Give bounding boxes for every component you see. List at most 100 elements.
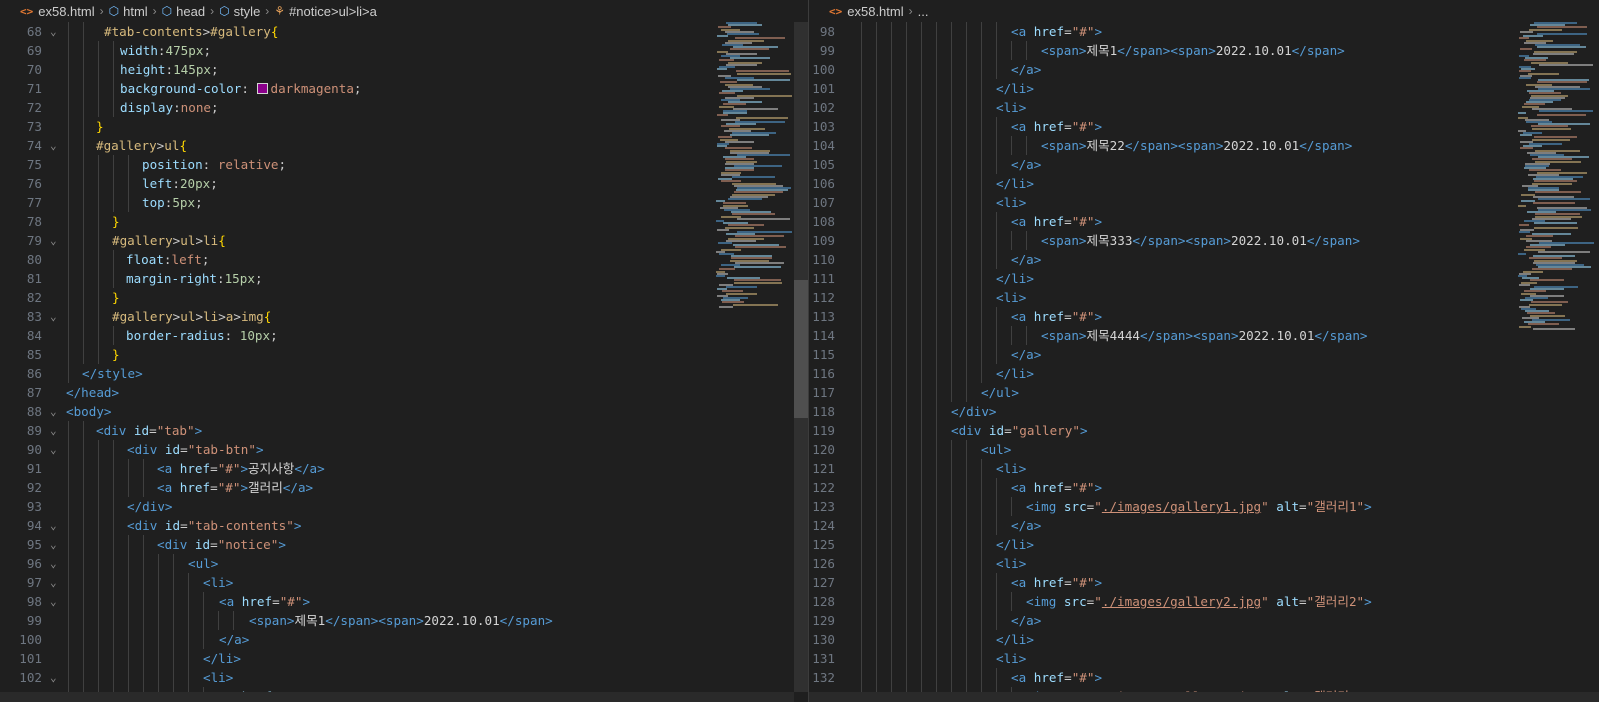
code-line[interactable]: 124 </a> xyxy=(809,516,1509,535)
code-line[interactable]: 117 </ul> xyxy=(809,383,1509,402)
code-line[interactable]: 89 ⌄ <div id="tab"> xyxy=(0,421,700,440)
code-line[interactable]: 72 display:none; xyxy=(0,98,700,117)
code-line[interactable]: 108 <a href="#"> xyxy=(809,212,1509,231)
fold-chevron-icon[interactable]: ⌄ xyxy=(50,668,62,687)
fold-chevron-icon[interactable]: ⌄ xyxy=(50,440,62,459)
breadcrumb-selector[interactable]: #notice>ul>li>a xyxy=(289,4,377,19)
code-line[interactable]: 74 ⌄ #gallery>ul{ xyxy=(0,136,700,155)
code-line[interactable]: 119 <div id="gallery"> xyxy=(809,421,1509,440)
code-line[interactable]: 122 <a href="#"> xyxy=(809,478,1509,497)
code-line[interactable]: 99 <span>제목1</span><span>2022.10.01</span… xyxy=(809,41,1509,60)
breadcrumb-more[interactable]: ... xyxy=(918,4,929,19)
code-line[interactable]: 78} xyxy=(0,212,700,231)
fold-chevron-icon[interactable]: ⌄ xyxy=(50,421,62,440)
code-line[interactable]: 98 <a href="#"> xyxy=(809,22,1509,41)
breadcrumb-file[interactable]: ex58.html xyxy=(38,4,94,19)
code-line[interactable]: 105 </a> xyxy=(809,155,1509,174)
code-line[interactable]: 125 </li> xyxy=(809,535,1509,554)
fold-chevron-icon[interactable]: ⌄ xyxy=(50,136,62,155)
left-vertical-scrollbar[interactable] xyxy=(794,22,808,692)
code-line[interactable]: 69 width:475px; xyxy=(0,41,700,60)
fold-chevron-icon[interactable]: ⌄ xyxy=(50,592,62,611)
code-line[interactable]: 120 <ul> xyxy=(809,440,1509,459)
code-line[interactable]: 116 </li> xyxy=(809,364,1509,383)
fold-chevron-icon[interactable]: ⌄ xyxy=(50,516,62,535)
code-line[interactable]: 83 ⌄ #gallery>ul>li>a>img{ xyxy=(0,307,700,326)
code-line[interactable]: 79 ⌄ #gallery>ul>li{ xyxy=(0,231,700,250)
code-line[interactable]: 93 </div> xyxy=(0,497,700,516)
code-line[interactable]: 111 </li> xyxy=(809,269,1509,288)
breadcrumb-html[interactable]: html xyxy=(123,4,148,19)
code-line[interactable]: 87 </head> xyxy=(0,383,700,402)
color-swatch[interactable] xyxy=(256,83,268,94)
code-line[interactable]: 85} xyxy=(0,345,700,364)
left-editor-pane[interactable]: <> ex58.html › ⬡ html › ⬡ head › ⬡ style… xyxy=(0,0,808,702)
code-line[interactable]: 97 ⌄ <li> xyxy=(0,573,700,592)
fold-chevron-icon[interactable]: ⌄ xyxy=(50,402,62,421)
code-line[interactable]: 82} xyxy=(0,288,700,307)
code-line[interactable]: 126 <li> xyxy=(809,554,1509,573)
fold-chevron-icon[interactable]: ⌄ xyxy=(50,554,62,573)
code-line[interactable]: 88 ⌄ <body> xyxy=(0,402,700,421)
fold-chevron-icon[interactable]: ⌄ xyxy=(50,231,62,250)
breadcrumb-file[interactable]: ex58.html xyxy=(847,4,903,19)
code-line[interactable]: 101 </li> xyxy=(809,79,1509,98)
code-line[interactable]: 106 </li> xyxy=(809,174,1509,193)
code-line[interactable]: 102 <li> xyxy=(809,98,1509,117)
code-line[interactable]: 92 <a href="#">갤러리</a> xyxy=(0,478,700,497)
breadcrumb-head[interactable]: head xyxy=(176,4,205,19)
code-line[interactable]: 90 ⌄ <div id="tab-btn"> xyxy=(0,440,700,459)
code-line[interactable]: 114 <span>제목4444</span><span>2022.10.01</… xyxy=(809,326,1509,345)
code-line[interactable]: 95 ⌄ <div id="notice"> xyxy=(0,535,700,554)
code-line[interactable]: 96 ⌄ <ul> xyxy=(0,554,700,573)
code-line[interactable]: 115 </a> xyxy=(809,345,1509,364)
code-line[interactable]: 77 top:5px; xyxy=(0,193,700,212)
code-line[interactable]: 76 left:20px; xyxy=(0,174,700,193)
right-editor-pane[interactable]: <> ex58.html › ... 98 <a href="#"> 99 <span… xyxy=(809,0,1599,702)
code-line[interactable]: 70 height:145px; xyxy=(0,60,700,79)
right-horizontal-scrollbar[interactable] xyxy=(809,692,1599,702)
code-line[interactable]: 130 </li> xyxy=(809,630,1509,649)
code-line[interactable]: 100 </a> xyxy=(0,630,700,649)
code-line[interactable]: 73} xyxy=(0,117,700,136)
code-line[interactable]: 94 ⌄ <div id="tab-contents"> xyxy=(0,516,700,535)
code-line[interactable]: 132 <a href="#"> xyxy=(809,668,1509,687)
code-line[interactable]: 128 <img src="./images/gallery2.jpg" alt=… xyxy=(809,592,1509,611)
code-line[interactable]: 123 <img src="./images/gallery1.jpg" alt=… xyxy=(809,497,1509,516)
fold-chevron-icon[interactable]: ⌄ xyxy=(50,22,62,41)
left-minimap[interactable] xyxy=(712,22,798,322)
code-line[interactable]: 80 float:left; xyxy=(0,250,700,269)
code-line[interactable]: 75 position: relative; xyxy=(0,155,700,174)
code-line[interactable]: 109 <span>제목333</span><span>2022.10.01</s… xyxy=(809,231,1509,250)
code-line[interactable]: 107 <li> xyxy=(809,193,1509,212)
code-line[interactable]: 98 ⌄ <a href="#"> xyxy=(0,592,700,611)
left-scroll-thumb[interactable] xyxy=(794,280,808,418)
code-line[interactable]: 131 <li> xyxy=(809,649,1509,668)
code-line[interactable]: 86 </style> xyxy=(0,364,700,383)
code-line[interactable]: 100 </a> xyxy=(809,60,1509,79)
token-link[interactable]: ./images/gallery2.jpg xyxy=(1102,594,1261,609)
code-line[interactable]: 121 <li> xyxy=(809,459,1509,478)
code-line[interactable]: 127 <a href="#"> xyxy=(809,573,1509,592)
code-line[interactable]: 103 <a href="#"> xyxy=(809,117,1509,136)
code-line[interactable]: 112 <li> xyxy=(809,288,1509,307)
code-line[interactable]: 118 </div> xyxy=(809,402,1509,421)
fold-chevron-icon[interactable]: ⌄ xyxy=(50,535,62,554)
breadcrumb-style[interactable]: style xyxy=(234,4,261,19)
code-line[interactable]: 102 ⌄ <li> xyxy=(0,668,700,687)
right-minimap[interactable] xyxy=(1514,22,1599,330)
code-line[interactable]: 110 </a> xyxy=(809,250,1509,269)
code-line[interactable]: 113 <a href="#"> xyxy=(809,307,1509,326)
token-link[interactable]: ./images/gallery1.jpg xyxy=(1102,499,1261,514)
code-line[interactable]: 91 <a href="#">공지사항</a> xyxy=(0,459,700,478)
fold-chevron-icon[interactable]: ⌄ xyxy=(50,573,62,592)
code-line[interactable]: 129 </a> xyxy=(809,611,1509,630)
code-line[interactable]: 84 border-radius: 10px; xyxy=(0,326,700,345)
code-line[interactable]: 104 <span>제목22</span><span>2022.10.01</sp… xyxy=(809,136,1509,155)
left-horizontal-scrollbar[interactable] xyxy=(0,692,794,702)
code-line[interactable]: 71 background-color: darkmagenta; xyxy=(0,79,700,98)
code-line[interactable]: 68 ⌄ #tab-contents>#gallery{ xyxy=(0,22,700,41)
fold-chevron-icon[interactable]: ⌄ xyxy=(50,307,62,326)
code-line[interactable]: 101 </li> xyxy=(0,649,700,668)
code-line[interactable]: 99 <span>제목1</span><span>2022.10.01</span… xyxy=(0,611,700,630)
